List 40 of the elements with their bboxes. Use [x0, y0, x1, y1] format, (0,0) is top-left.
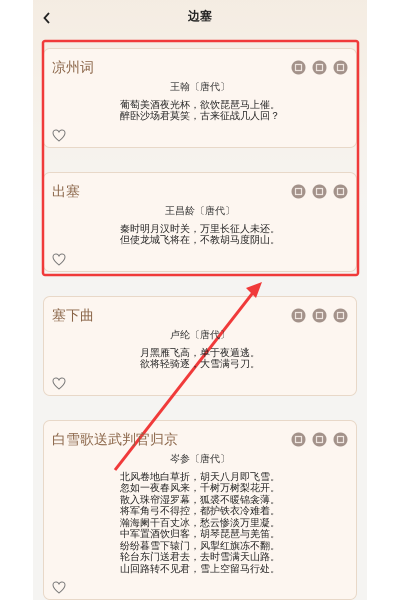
- poem-line: 轮台东门送君去，去时雪满天山路。: [120, 552, 280, 564]
- seal-icon[interactable]: [291, 432, 306, 447]
- poem-line: 中军置酒饮归客，胡琴琵琶与羌笛。: [120, 529, 280, 540]
- poem-line: 忽如一夜春风来，千树万树梨花开。: [120, 483, 280, 494]
- poem-line: 欲将轻骑逐，大雪满弓刀。: [140, 359, 260, 370]
- poem-line: 北风卷地白草折，胡天八月即飞雪。: [120, 472, 280, 482]
- seal-icon[interactable]: [333, 60, 348, 75]
- poem-line: 秦时明月汉时关，万里长征人未还。: [120, 224, 280, 234]
- poem-line: 葡萄美酒夜光杯，欲饮琵琶马上催。: [120, 100, 280, 110]
- heart-icon[interactable]: [52, 376, 66, 390]
- poem-line: 山回路转不见君，雪上空留马行处。: [120, 564, 280, 575]
- poem-author: 王昌龄〔唐代〕: [165, 206, 235, 218]
- poem-title: 出塞: [52, 182, 80, 200]
- seal-icon[interactable]: [312, 432, 327, 447]
- seal-icon[interactable]: [312, 308, 327, 323]
- poem-line: 瀚海阑干百丈冰，愁云惨淡万里凝。: [120, 518, 280, 528]
- poem-title: 塞下曲: [52, 306, 94, 324]
- poem-line: 但使龙城飞将在，不教胡马度阴山。: [120, 235, 280, 246]
- poem-line: 纷纷暮雪下辕门，风掣红旗冻不翻。: [120, 540, 280, 552]
- heart-icon[interactable]: [52, 581, 66, 595]
- poem-line: 散入珠帘湿罗幕，狐裘不暖锦衾薄。: [120, 494, 280, 506]
- seal-icon[interactable]: [291, 60, 306, 75]
- poem-card[interactable]: 凉州词 王翰〔唐代〕 葡萄美酒夜光杯，欲饮琵琶马上催。 醉卧沙场君莫笑，古来征战几人回？: [43, 48, 357, 148]
- heart-icon[interactable]: [52, 128, 66, 142]
- back-icon[interactable]: [43, 12, 51, 24]
- page-title: 边塞: [188, 8, 212, 25]
- poem-line: 将军角弓不得控，都护铁衣冷难着。: [120, 506, 280, 518]
- poem-card[interactable]: 出塞 王昌龄〔唐代〕 秦时明月汉时关，万里长征人未还。 但使龙城飞将在，不教胡马度阴山。: [43, 172, 357, 272]
- seal-icon[interactable]: [312, 60, 327, 75]
- seal-icon[interactable]: [333, 432, 348, 447]
- seal-icon[interactable]: [291, 308, 306, 323]
- poem-title: 凉州词: [52, 58, 94, 76]
- heart-icon[interactable]: [52, 252, 66, 266]
- seal-icon[interactable]: [312, 184, 327, 199]
- poem-author: 王翰〔唐代〕: [170, 82, 230, 94]
- seal-icon[interactable]: [333, 308, 348, 323]
- seal-icon[interactable]: [291, 184, 306, 199]
- seal-icon[interactable]: [333, 184, 348, 199]
- poem-line: 醉卧沙场君莫笑，古来征战几人回？: [120, 111, 280, 122]
- poem-author: 岑参〔唐代〕: [170, 454, 230, 466]
